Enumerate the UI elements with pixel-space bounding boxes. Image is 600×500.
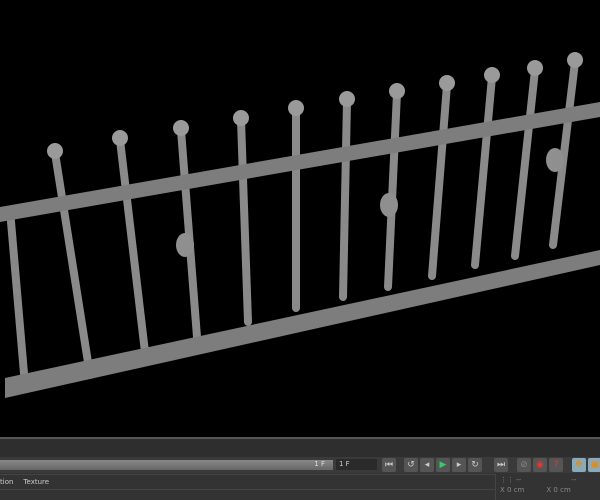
fence-post <box>6 209 29 386</box>
prev-key-icon[interactable]: ↺ <box>404 458 418 472</box>
fence-finial <box>233 110 249 126</box>
current-frame-field[interactable]: 1 F <box>336 459 377 470</box>
fence-finial <box>567 52 583 68</box>
timeline-slider[interactable]: 1 F <box>0 460 333 470</box>
fence-finial <box>173 120 189 136</box>
fence-finial <box>527 60 543 76</box>
material-menu: tion Texture <box>0 474 495 490</box>
fence-finial <box>339 91 355 107</box>
panel-separator <box>0 437 600 459</box>
fence-finial <box>389 83 405 99</box>
fence-ornament <box>176 233 194 257</box>
fence-bottom-rail <box>5 250 600 398</box>
x-label: X <box>500 486 505 494</box>
fence-bar <box>511 66 539 260</box>
slider-value: 1 F <box>314 460 325 468</box>
scale-icon[interactable]: ▣ <box>588 458 600 472</box>
fence-bar <box>471 73 496 269</box>
x-position-field[interactable]: 0 cm <box>507 486 524 494</box>
fence-finial <box>439 75 455 91</box>
move-icon[interactable]: ✥ <box>572 458 586 472</box>
fence-bar <box>428 81 451 280</box>
fence-bar <box>237 116 252 326</box>
next-key-icon[interactable]: ↻ <box>468 458 482 472</box>
fence-bar <box>51 149 94 379</box>
fence-finial <box>484 67 500 83</box>
play-icon[interactable]: ▶ <box>436 458 450 472</box>
coordinates-panel: ⋮⋮ -- -- X 0 cm X 0 cm <box>495 474 600 500</box>
prev-frame-icon[interactable]: ◂ <box>420 458 434 472</box>
fence-bar <box>339 97 351 301</box>
x-size-field[interactable]: 0 cm <box>553 486 570 494</box>
menu-item-function[interactable]: tion <box>0 478 13 486</box>
help-icon[interactable]: ? <box>549 458 563 472</box>
fence-bar <box>384 89 401 291</box>
go-end-icon[interactable]: ⏭ <box>494 458 508 472</box>
fence-bar <box>116 136 149 356</box>
3d-viewport[interactable] <box>0 0 600 437</box>
fence-ornament <box>546 148 564 172</box>
fence-finial <box>288 100 304 116</box>
fence-finial <box>112 130 128 146</box>
autokey-icon[interactable]: ◉ <box>533 458 547 472</box>
menu-item-texture[interactable]: Texture <box>23 478 49 486</box>
grid-icon: ⋮⋮ <box>500 476 514 484</box>
go-start-icon[interactable]: ⏮ <box>382 458 396 472</box>
next-frame-icon[interactable]: ▸ <box>452 458 466 472</box>
coord-header-2: -- <box>571 476 577 484</box>
fence-ornament <box>380 193 398 217</box>
x2-label: X <box>546 486 552 494</box>
fence-finial <box>47 143 63 159</box>
record-icon[interactable]: ⊘ <box>517 458 531 472</box>
coord-header: -- <box>516 476 522 484</box>
fence-model <box>0 52 600 398</box>
